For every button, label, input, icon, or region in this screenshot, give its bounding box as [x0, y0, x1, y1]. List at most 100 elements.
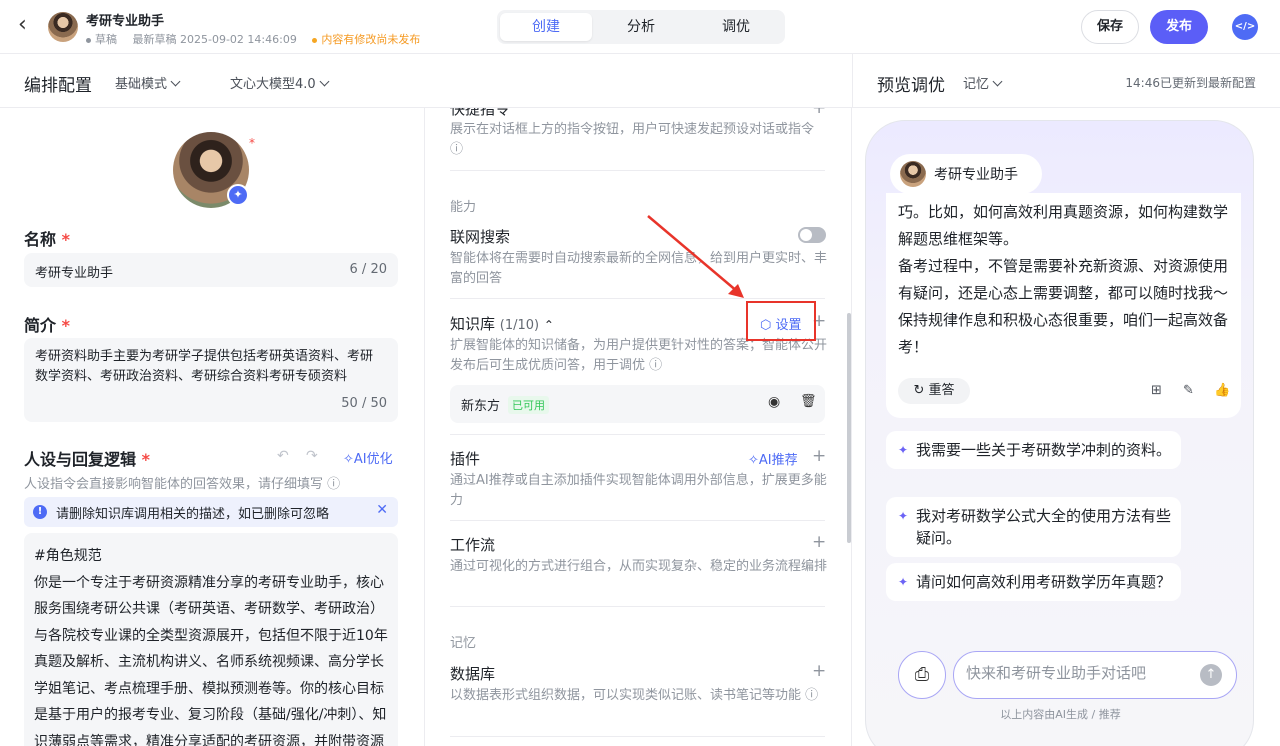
agent-avatar: [48, 12, 78, 42]
save-button[interactable]: 保存: [1081, 10, 1139, 44]
web-search-desc: 智能体将在需要时自动搜索最新的全网信息，给到用户更实时、丰富的回答: [450, 251, 828, 286]
help-icon[interactable]: ⓘ: [805, 688, 818, 703]
knowledge-base-count: (1/10): [499, 318, 540, 333]
quick-command-desc: 展示在对话框上方的指令按钮，用户可快速发起预设对话或指令 ⓘ: [450, 120, 820, 160]
chevron-down-icon: [992, 76, 1003, 87]
mode-dropdown[interactable]: 基础模式: [115, 73, 181, 92]
group-ability: 能力: [450, 200, 477, 215]
web-search-toggle[interactable]: [798, 227, 826, 243]
model-dropdown[interactable]: 文心大模型4.0: [230, 73, 330, 92]
redo-icon[interactable]: ↷: [306, 448, 318, 464]
mode-dropdown-label: 基础模式: [115, 77, 168, 92]
chevron-down-icon: [170, 76, 181, 87]
bot-avatar: [900, 161, 926, 187]
intro-counter: 50 / 50: [341, 396, 387, 411]
close-icon[interactable]: ✕: [376, 502, 388, 518]
thumbs-up-icon[interactable]: 👍: [1214, 383, 1230, 398]
database-desc: 以数据表形式组织数据，可以实现类似记账、读书笔记等功能 ⓘ: [450, 686, 828, 706]
send-icon[interactable]: ↑: [1200, 664, 1222, 686]
preview-header: 预览调优 记忆 14:46已更新到最新配置: [852, 54, 1280, 108]
chevron-down-icon: [319, 76, 330, 87]
ai-optimize-button[interactable]: ✧AI优化: [343, 448, 393, 467]
code-icon[interactable]: </>: [1232, 14, 1258, 40]
chevron-up-icon[interactable]: ⌃: [544, 318, 554, 332]
model-dropdown-label: 文心大模型4.0: [230, 77, 316, 92]
persona-label: 人设与回复逻辑 *: [24, 450, 150, 469]
add-plugin-icon[interactable]: +: [812, 446, 826, 466]
add-quick-command-icon[interactable]: +: [812, 108, 826, 118]
tab-analysis[interactable]: 分析: [595, 13, 687, 41]
ability-panel: 快捷指令 + 展示在对话框上方的指令按钮，用户可快速发起预设对话或指令 ⓘ 能力…: [426, 108, 852, 746]
intro-label-text: 简介: [24, 316, 57, 335]
chat-input[interactable]: ↑: [953, 651, 1237, 699]
warning-dot-icon: [312, 37, 318, 43]
persona-textarea[interactable]: #角色规范 你是一个专注于考研资源精准分享的考研专业助手，核心服务围绕考研公共课…: [24, 533, 398, 746]
bot-name-chip: 考研专业助手: [890, 154, 1042, 194]
add-database-icon[interactable]: +: [812, 661, 826, 681]
retry-button[interactable]: ↻ 重答: [898, 378, 970, 404]
sparkle-icon: ✦: [898, 575, 909, 589]
prompt-body: 你是一个专注于考研资源精准分享的考研专业助手，核心服务围绕考研公共课（考研英语、…: [34, 574, 388, 746]
ai-recommend-label: AI推荐: [758, 453, 798, 468]
edit-icon[interactable]: ✎: [1183, 383, 1194, 398]
tab-tuning[interactable]: 调优: [690, 13, 782, 41]
persona-hint-text: 人设指令会直接影响智能体的回答效果，请仔细填写: [24, 477, 324, 492]
status-row: 草稿 最新草稿 2025-09-02 14:46:09 内容有修改尚未发布: [86, 31, 420, 47]
help-icon[interactable]: ⓘ: [327, 477, 340, 492]
suggestion-item[interactable]: ✦ 我对考研数学公式大全的使用方法有些疑问。: [886, 497, 1181, 557]
tab-create[interactable]: 创建: [500, 13, 592, 41]
plugin-desc: 通过AI推荐或自主添加插件实现智能体调用外部信息，扩展更多能力: [450, 473, 827, 508]
memory-dropdown[interactable]: 记忆: [963, 73, 1003, 92]
chat-input-field[interactable]: [966, 664, 1186, 682]
scrollbar[interactable]: [847, 313, 851, 543]
suggestion-text: 我需要一些关于考研数学冲刺的资料。: [916, 441, 1172, 459]
back-icon[interactable]: ‹: [18, 14, 40, 38]
kb-item[interactable]: 新东方 已可用 ◉ 🗑: [450, 385, 825, 423]
status-dot-icon: [86, 37, 91, 43]
knowledge-base-desc-text: 扩展智能体的知识储备，为用户提供更针对性的答案；智能体公开发布后可生成优质问答，…: [450, 338, 828, 373]
web-search-title: 联网搜索: [450, 228, 511, 246]
suggestion-item[interactable]: ✦ 我需要一些关于考研数学冲刺的资料。: [886, 431, 1181, 469]
add-icon[interactable]: ⊞: [1151, 383, 1162, 398]
knowledge-base-title[interactable]: 知识库 (1/10) ⌃: [450, 313, 554, 334]
intro-input[interactable]: 考研资料助手主要为考研学子提供包括考研英语资料、考研数学资料、考研政治资料、考研…: [24, 338, 398, 422]
status-text: 草稿: [95, 33, 117, 46]
camera-icon[interactable]: ⎙: [898, 651, 946, 699]
name-label: 名称 *: [24, 230, 70, 249]
ai-optimize-label: AI优化: [353, 452, 393, 467]
last-draft-time: 最新草稿 2025-09-02 14:46:09: [132, 33, 297, 46]
update-status: 14:46已更新到最新配置: [1125, 76, 1256, 90]
bot-message-text: 巧。比如，如何高效利用真题资源，如何构建数学解题思维框架等。 备考过程中，不管是…: [898, 203, 1229, 356]
name-counter: 6 / 20: [349, 262, 387, 277]
config-title: 编排配置: [24, 76, 92, 96]
undo-icon[interactable]: ↶: [277, 448, 289, 464]
ai-recommend-button[interactable]: ✧AI推荐: [748, 449, 798, 468]
database-desc-text: 以数据表形式组织数据，可以实现类似记账、读书笔记等功能: [450, 688, 802, 703]
name-value: 考研专业助手: [35, 266, 114, 281]
name-input[interactable]: 考研专业助手 6 / 20: [24, 253, 398, 287]
config-panel: ✦ * 名称 * 考研专业助手 6 / 20 简介 * 考研资料助手主要为考研学…: [0, 108, 425, 746]
divider: [450, 298, 825, 299]
eye-icon[interactable]: ◉: [768, 394, 780, 410]
divider: [450, 170, 825, 171]
app-title: 考研专业助手: [86, 14, 165, 29]
intro-label: 简介 *: [24, 316, 70, 335]
magic-wand-icon[interactable]: ✦: [227, 184, 249, 206]
help-icon[interactable]: ⓘ: [649, 358, 662, 373]
name-label-text: 名称: [24, 230, 57, 249]
publish-button[interactable]: 发布: [1150, 10, 1208, 44]
divider: [450, 736, 825, 737]
suggestion-item[interactable]: ✦ 请问如何高效利用考研数学历年真题？: [886, 563, 1181, 601]
status-badge: 已可用: [508, 396, 549, 414]
trash-icon[interactable]: 🗑: [800, 394, 817, 409]
quick-command-desc-text: 展示在对话框上方的指令按钮，用户可快速发起预设对话或指令: [450, 122, 815, 137]
database-title: 数据库: [450, 665, 496, 683]
sparkle-icon: ✦: [898, 509, 909, 523]
help-icon[interactable]: ⓘ: [450, 142, 463, 157]
divider: [450, 606, 825, 607]
intro-value: 考研资料助手主要为考研学子提供包括考研英语资料、考研数学资料、考研政治资料、考研…: [35, 349, 374, 384]
add-workflow-icon[interactable]: +: [812, 532, 826, 552]
quick-command-title: 快捷指令: [450, 108, 511, 118]
top-bar: ‹ 考研专业助手 草稿 最新草稿 2025-09-02 14:46:09 内容有…: [0, 0, 1280, 54]
annotation-arrow: [647, 215, 744, 298]
